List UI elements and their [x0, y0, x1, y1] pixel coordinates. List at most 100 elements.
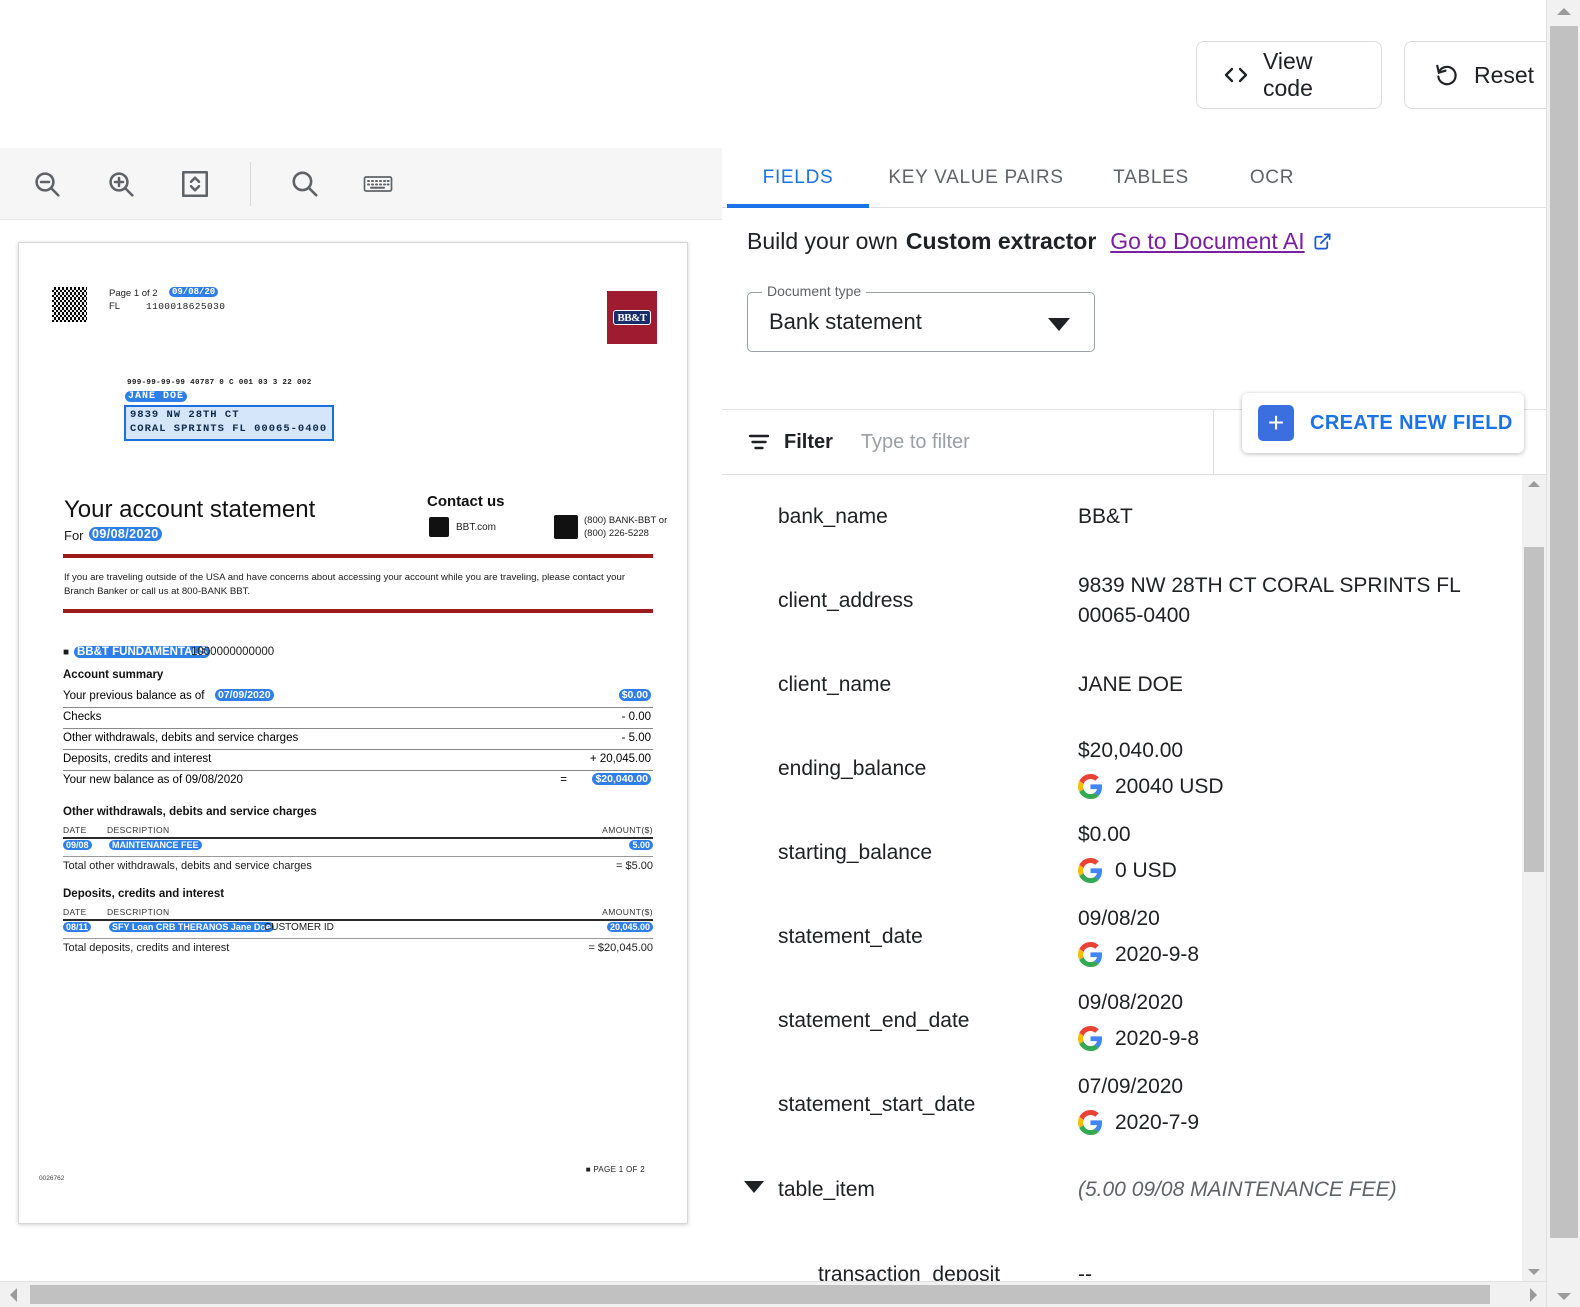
doc-withdrawals-total-label: Total other withdrawals, debits and serv…: [63, 860, 312, 872]
fit-to-page-icon[interactable]: [168, 157, 222, 211]
tab-key-value-pairs[interactable]: KEY VALUE PAIRS: [869, 148, 1083, 207]
document-scroll-area[interactable]: Page 1 of 2 09/08/20 FL 1100018625030 BB…: [0, 220, 722, 1281]
toolbar-divider: [250, 162, 251, 206]
field-key: statement_end_date: [778, 1009, 1078, 1033]
field-row[interactable]: client_address 9839 NW 28TH CT CORAL SPR…: [722, 559, 1522, 643]
doc-account-summary-heading: Account summary: [63, 669, 163, 681]
summary-amount: $0.00: [619, 689, 651, 701]
page-vertical-scroll-thumb[interactable]: [1550, 26, 1578, 1238]
google-g-icon: [1078, 774, 1103, 799]
document-page[interactable]: Page 1 of 2 09/08/20 FL 1100018625030 BB…: [18, 242, 688, 1224]
google-g-icon: [1078, 1110, 1103, 1135]
normalized-value-row: 0 USD: [1078, 856, 1177, 886]
field-value: 9839 NW 28TH CT CORAL SPRINTS FL 00065-0…: [1078, 571, 1461, 631]
bbt-logo: BB&T: [607, 291, 657, 344]
doc-withdrawals-col-amount: AMOUNT($): [602, 825, 653, 835]
scroll-up-arrow-icon[interactable]: [1522, 475, 1546, 493]
field-row[interactable]: transaction_deposit --: [722, 1233, 1522, 1281]
field-key: statement_date: [778, 925, 1078, 949]
normalized-value: 0 USD: [1115, 856, 1177, 886]
doc-withdrawals-total-amount: = $5.00: [616, 860, 653, 872]
field-row[interactable]: starting_balance $0.00 0 USD: [722, 811, 1522, 895]
normalized-value: 2020-9-8: [1115, 1024, 1199, 1054]
page-horizontal-scroll-thumb[interactable]: [30, 1285, 1490, 1304]
doc-deposits-total-amount: = $20,045.00: [588, 942, 653, 954]
fields-scrollbar-thumb[interactable]: [1524, 547, 1544, 872]
doc-address-meta: 999-99-99-99 40787 0 C 001 03 3 22 002: [127, 379, 312, 387]
doc-contact-heading: Contact us: [427, 493, 505, 510]
page-vertical-scrollbar[interactable]: [1546, 0, 1580, 1307]
normalized-value: 20040 USD: [1115, 772, 1224, 802]
field-key: ending_balance: [778, 757, 1078, 781]
field-row[interactable]: statement_end_date 09/08/2020 2020-9-8: [722, 979, 1522, 1063]
doc-deposits-heading: Deposits, credits and interest: [63, 888, 224, 900]
normalized-value-row: 2020-9-8: [1078, 1024, 1199, 1054]
field-row[interactable]: statement_date 09/08/20 2020-9-8: [722, 895, 1522, 979]
page-horizontal-scrollbar[interactable]: [0, 1281, 1546, 1307]
field-key: client_address: [778, 589, 1078, 613]
normalized-value: 2020-9-8: [1115, 940, 1199, 970]
page-scroll-left-arrow-icon[interactable]: [0, 1282, 26, 1307]
plus-icon: +: [1258, 405, 1294, 441]
google-g-icon: [1078, 1026, 1103, 1051]
go-to-document-ai-label: Go to Document AI: [1110, 228, 1304, 255]
code-brackets-icon: [1223, 65, 1249, 85]
doc-product-name: BB&T FUNDAMENTALS: [74, 646, 210, 658]
document-type-select[interactable]: Document type Bank statement: [747, 292, 1095, 352]
tab-ocr[interactable]: OCR: [1219, 148, 1325, 207]
summary-label: Other withdrawals, debits and service ch…: [63, 732, 298, 744]
extracted-fields-list[interactable]: bank_name BB&T client_address 9839 NW 28…: [722, 475, 1522, 1281]
doc-withdrawals-rule-bottom: [63, 856, 653, 857]
summary-amount: $20,040.00: [592, 773, 651, 785]
tab-tables[interactable]: TABLES: [1083, 148, 1219, 207]
extraction-panel: FIELDS KEY VALUE PAIRS TABLES OCR Build …: [722, 148, 1546, 1281]
doc-bullet: ■: [63, 647, 69, 658]
doc-deposits-rule-top: [63, 919, 653, 921]
viewer-toolbar: [0, 148, 722, 220]
keyboard-icon[interactable]: [351, 157, 405, 211]
search-icon[interactable]: [277, 157, 331, 211]
custom-extractor-banner: Build your own Custom extractor Go to Do…: [722, 208, 1546, 274]
scroll-down-arrow-icon[interactable]: [1522, 1263, 1546, 1281]
document-type-area: Document type Bank statement: [722, 274, 1546, 410]
mouse-icon: [429, 517, 449, 537]
field-row[interactable]: statement_start_date 07/09/2020 2020-7-9: [722, 1063, 1522, 1147]
field-row[interactable]: ending_balance $20,040.00 20040 USD: [722, 727, 1522, 811]
create-new-field-button[interactable]: + CREATE NEW FIELD: [1242, 393, 1524, 453]
field-row[interactable]: client_name JANE DOE: [722, 643, 1522, 727]
summary-label: Deposits, credits and interest: [63, 753, 211, 765]
tab-fields[interactable]: FIELDS: [727, 148, 869, 207]
doc-deposits-col-date: DATE: [63, 907, 87, 917]
field-row[interactable]: bank_name BB&T: [722, 475, 1522, 559]
page-scroll-down-arrow-icon[interactable]: [1547, 1285, 1580, 1307]
field-value: JANE DOE: [1078, 670, 1183, 700]
doc-address-line2: CORAL SPRINTS FL 00065-0400: [130, 423, 328, 437]
filter-control[interactable]: Filter: [722, 410, 1214, 474]
doc-client-address: 9839 NW 28TH CT CORAL SPRINTS FL 00065-0…: [124, 405, 334, 441]
create-new-field-label: CREATE NEW FIELD: [1310, 412, 1513, 435]
field-row[interactable]: table_item (5.00 09/08 MAINTENANCE FEE): [722, 1147, 1522, 1233]
doc-page-label: Page 1 of 2: [109, 288, 158, 299]
document-type-legend: Document type: [762, 283, 866, 299]
doc-footer-code: 0026762: [39, 1175, 64, 1182]
doc-withdrawals-col-date: DATE: [63, 825, 87, 835]
page-scroll-right-arrow-icon[interactable]: [1520, 1282, 1546, 1307]
reset-button[interactable]: Reset: [1404, 41, 1564, 109]
summary-label: Checks: [63, 711, 101, 723]
open-in-new-icon: [1313, 232, 1332, 251]
go-to-document-ai-link[interactable]: Go to Document AI: [1110, 228, 1331, 255]
field-key: client_name: [778, 673, 1078, 697]
page-scroll-up-arrow-icon[interactable]: [1547, 0, 1580, 22]
expand-collapse-caret-icon[interactable]: [744, 1181, 764, 1199]
filter-input[interactable]: [859, 430, 1089, 455]
doc-withdrawal-date: 09/08: [63, 840, 92, 850]
field-value: (5.00 09/08 MAINTENANCE FEE): [1078, 1175, 1397, 1205]
zoom-out-icon[interactable]: [20, 157, 74, 211]
refresh-counterclockwise-icon: [1434, 62, 1460, 88]
fields-scrollbar[interactable]: [1522, 475, 1546, 1281]
view-code-button[interactable]: View code: [1196, 41, 1382, 109]
summary-amount: - 0.00: [622, 711, 651, 723]
summary-row: Your previous balance as of 07/09/2020 $…: [63, 687, 653, 708]
zoom-in-icon[interactable]: [94, 157, 148, 211]
doc-divider-top: [63, 554, 653, 558]
